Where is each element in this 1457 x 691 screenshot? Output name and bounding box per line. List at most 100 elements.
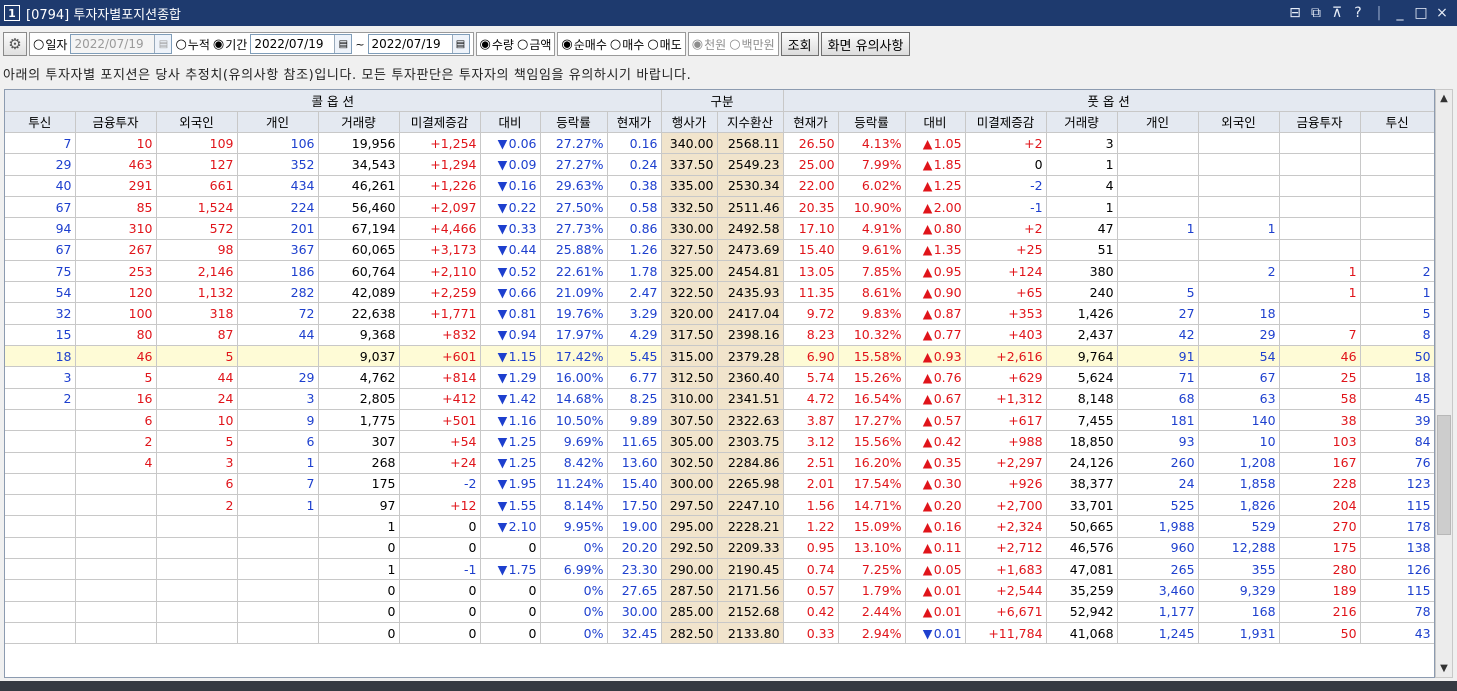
column-header[interactable]: 거래량 [1046,111,1118,134]
scroll-thumb[interactable] [1437,415,1451,535]
close-icon[interactable]: × [1435,5,1449,21]
pin-icon[interactable]: ⊼ [1330,5,1344,21]
table-row[interactable]: 2 16 24 3 2,805 +412 ▼1.42 14.68% 8.25 310.00 2341… [5,388,1434,410]
put-individual: 93 [1117,430,1199,453]
put-open-interest-change: +25 [965,239,1047,261]
table-row[interactable]: 75 253 2,146 186 60,764 +2,110 ▼0.52 22.61% 1.78… [5,260,1434,283]
call-volume: 9,037 [318,345,400,368]
call-trust [5,409,76,432]
table-row[interactable]: 67 267 98 367 60,065 +3,173 ▼0.44 25.88% 1.26 327… [5,239,1434,261]
table-row[interactable]: 67 85 1,524 224 56,460 +2,097 ▼0.22 27.50% 0.58 3… [5,196,1434,219]
column-header[interactable]: 현재가 [783,111,839,134]
column-header[interactable]: 외국인 [1198,111,1280,134]
put-price: 25.00 [783,153,839,176]
to-date-field[interactable]: 2022/07/19 ▤ [367,34,470,54]
put-volume: 46,576 [1046,537,1118,560]
new-window-icon[interactable]: ⧉ [1309,5,1323,21]
put-change: ▲0.35 [905,452,966,474]
call-open-interest-change: -2 [399,473,481,496]
table-row[interactable]: 32 100 318 72 22,638 +1,771 ▼0.81 19.76% 3.29 320… [5,302,1434,325]
column-header[interactable]: 등락률 [838,111,906,134]
calendar-icon[interactable]: ▤ [154,35,172,53]
strike-price: 282.50 [661,622,718,645]
index-equivalent: 2247.10 [717,494,784,517]
column-header[interactable]: 미결제증감 [965,111,1047,134]
put-change: ▲0.01 [905,601,966,623]
help-icon[interactable]: ? [1351,5,1365,21]
settings-gear-icon[interactable]: ⚙ [3,32,27,56]
radio-sell[interactable]: ○ 매도 [647,36,681,53]
column-header[interactable]: 미결제증감 [399,111,481,134]
column-header[interactable]: 대비 [480,111,541,134]
put-financial-investment [1279,153,1361,176]
put-price: 2.01 [783,473,839,496]
column-header[interactable]: 금융투자 [75,111,157,134]
window-number-badge: 1 [4,5,20,21]
maximize-icon[interactable]: □ [1414,5,1428,21]
radio-million-won[interactable]: ○ 백만원 [729,36,774,53]
radio-buy[interactable]: ○ 매수 [610,36,644,53]
down-arrow-icon: ▼ [497,497,508,513]
up-arrow-icon: ▲ [922,561,933,577]
radio-quantity[interactable]: ◉ 수량 [480,36,514,53]
column-header[interactable]: 등락률 [540,111,608,134]
split-window-icon[interactable]: ⊟ [1288,5,1302,21]
put-individual: 5 [1117,281,1199,304]
table-row[interactable]: 94 310 572 201 67,194 +4,466 ▼0.33 27.73% 0.86 33… [5,217,1434,240]
call-open-interest-change: +412 [399,388,481,410]
table-row[interactable]: 0 0 0 0% 27.65 287.50 2171.56 0.57 1.79% ▲0.01 +2,… [5,579,1434,602]
query-button[interactable]: 조회 [780,32,819,56]
column-header[interactable]: 거래량 [318,111,400,134]
table-row[interactable]: 6 10 9 1,775 +501 ▼1.16 10.50% 9.89 307.50 2322.6… [5,409,1434,432]
scroll-up-icon[interactable]: ▲ [1436,90,1452,107]
column-header[interactable]: 현재가 [607,111,662,134]
table-row[interactable]: 6 7 175 -2 ▼1.95 11.24% 15.40 300.00 2265.98 2.01… [5,473,1434,496]
radio-net-buy[interactable]: ◉ 순매수 [561,36,606,53]
radio-single-date[interactable]: ○ 일자 [33,36,67,53]
radio-thousand-won[interactable]: ◉ 천원 [692,36,726,53]
table-row[interactable]: 2 1 97 +12 ▼1.55 8.14% 17.50 297.50 2247.10 1.56 1… [5,494,1434,517]
table-row[interactable]: 15 80 87 44 9,368 +832 ▼0.94 17.97% 4.29 317.50 23… [5,324,1434,347]
column-header[interactable]: 외국인 [156,111,238,134]
table-row[interactable]: 18 46 5 9,037 +601 ▼1.15 17.42% 5.45 315.00 2379.… [5,345,1434,368]
vertical-scrollbar[interactable]: ▲ ▼ [1435,89,1453,678]
column-header[interactable]: 지수환산 [717,111,784,134]
table-row[interactable]: 4 3 1 268 +24 ▼1.25 8.42% 13.60 302.50 2284.86 2.5… [5,452,1434,474]
table-row[interactable]: 1 -1 ▼1.75 6.99% 23.30 290.00 2190.45 0.74 7.25%… [5,558,1434,581]
put-open-interest-change: 0 [965,153,1047,176]
table-row[interactable]: 0 0 0 0% 20.20 292.50 2209.33 0.95 13.10% ▲0.11 +2… [5,537,1434,560]
column-header[interactable]: 금융투자 [1279,111,1361,134]
calendar-icon[interactable]: ▤ [334,35,352,53]
table-row[interactable]: 29 463 127 352 34,543 +1,294 ▼0.09 27.27% 0.24 33… [5,153,1434,176]
column-header[interactable]: 투신 [5,111,76,134]
call-financial-investment: 16 [75,388,157,410]
column-header[interactable]: 개인 [1117,111,1199,134]
column-header[interactable]: 개인 [237,111,319,134]
column-header[interactable]: 행사가 [661,111,718,134]
minimize-icon[interactable]: _ [1393,5,1407,21]
column-header[interactable]: 대비 [905,111,966,134]
table-row[interactable]: 0 0 0 0% 30.00 285.00 2152.68 0.42 2.44% ▲0.01 +6,… [5,601,1434,623]
calendar-icon[interactable]: ▤ [451,35,469,53]
table-row[interactable]: 0 0 0 0% 32.45 282.50 2133.80 0.33 2.94% ▼0.01 +11… [5,622,1434,645]
screen-notes-button[interactable]: 화면 유의사항 [820,32,911,56]
table-row[interactable]: 54 120 1,132 282 42,089 +2,259 ▼0.66 21.09% 2.47… [5,281,1434,304]
table-row[interactable]: 1 0 ▼2.10 9.95% 19.00 295.00 2228.21 1.22 15.09%… [5,515,1434,538]
change-value: 1.85 [933,157,962,173]
single-date-field[interactable]: 2022/07/19 ▤ [70,34,173,54]
column-header[interactable]: 투신 [1360,111,1434,134]
index-equivalent: 2473.69 [717,239,784,261]
table-row[interactable]: 7 10 109 106 19,956 +1,254 ▼0.06 27.27% 0.16 340.… [5,132,1434,155]
radio-cumulative[interactable]: ○ 누적 [175,36,209,53]
table-row[interactable]: 3 5 44 29 4,762 +814 ▼1.29 16.00% 6.77 312.50 2360… [5,366,1434,389]
call-individual: 29 [237,366,319,389]
radio-amount[interactable]: ○ 금액 [517,36,551,53]
scroll-down-icon[interactable]: ▼ [1436,660,1452,677]
from-date-field[interactable]: 2022/07/19 ▤ [250,34,353,54]
change-value: 0.11 [933,540,962,556]
radio-period[interactable]: ◉ 기간 [213,36,247,53]
table-row[interactable]: 2 5 6 307 +54 ▼1.25 9.69% 11.65 305.00 2303.75 3.1… [5,430,1434,453]
table-row[interactable]: 40 291 661 434 46,261 +1,226 ▼0.16 29.63% 0.38 33… [5,175,1434,197]
put-individual: 42 [1117,324,1199,347]
call-trust [5,579,76,602]
